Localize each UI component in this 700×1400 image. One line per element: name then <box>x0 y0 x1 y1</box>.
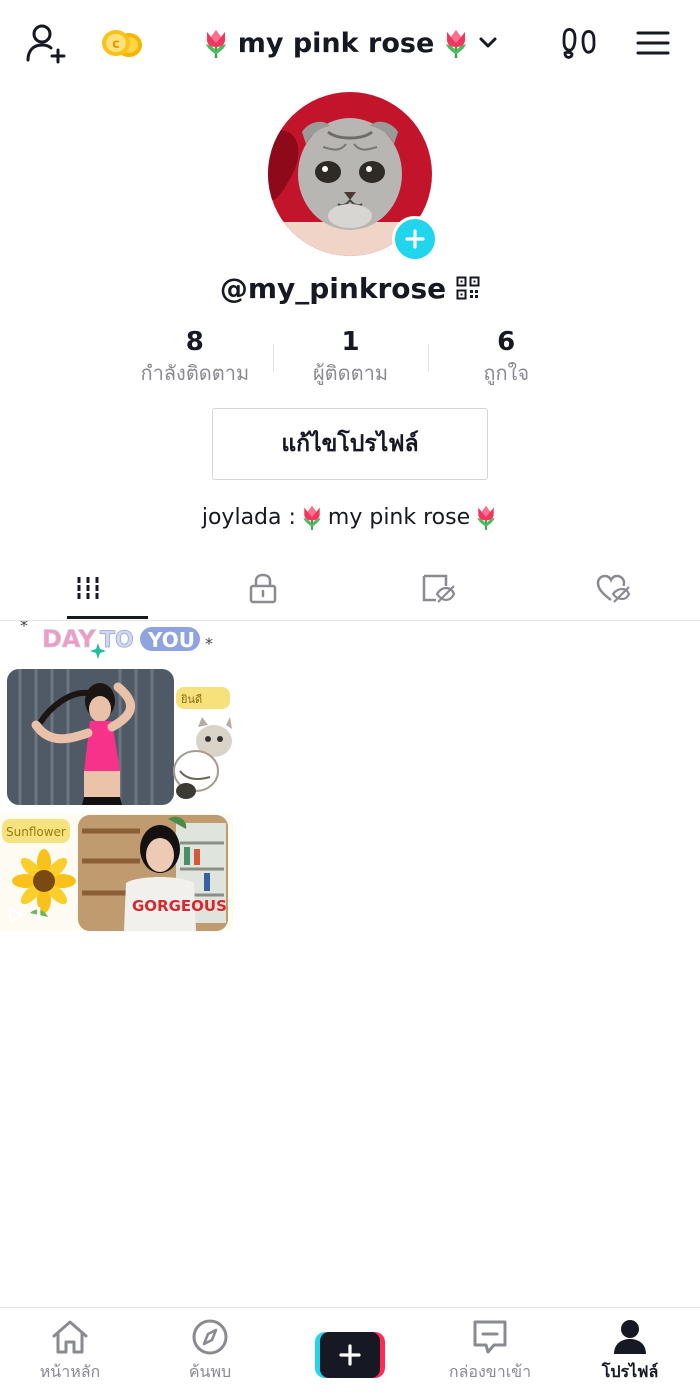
nav-label: ค้นพบ <box>188 1362 232 1381</box>
nav-inbox[interactable]: กล่องขาเข้า <box>420 1308 560 1400</box>
view-count-value: 1 <box>32 904 45 925</box>
bottom-navigation: หน้าหลัก ค้นพบ กล่องขาเข้า โปรไฟล์ <box>0 1307 700 1400</box>
video-thumbnail[interactable]: Sunflower GORGEOUS 1 <box>0 813 233 931</box>
footprint-icon[interactable] <box>556 20 602 66</box>
handle-row: @my_pinkrose <box>180 268 520 308</box>
stat-label: ผู้ติดตาม <box>312 361 389 385</box>
stat-label: ถูกใจ <box>483 361 530 385</box>
add-friend-icon[interactable] <box>22 20 70 66</box>
profile-tabs <box>0 556 700 621</box>
stat-followers[interactable]: 1 ผู้ติดตาม <box>272 326 429 390</box>
shirt-text: GORGEOUS <box>132 897 227 915</box>
nav-label: หน้าหลัก <box>39 1362 101 1381</box>
bio-name: my pink rose <box>327 504 471 530</box>
nav-label: โปรไฟล์ <box>601 1362 659 1381</box>
stat-value: 1 <box>341 327 360 357</box>
tulip-icon <box>205 30 226 58</box>
grid-icon <box>77 577 98 599</box>
profile-stats: 8 กำลังติดตาม 1 ผู้ติดตาม 6 ถูกใจ <box>117 326 584 390</box>
banner-text-day: DAY <box>42 625 96 653</box>
tab-private[interactable] <box>175 556 350 620</box>
tulip-icon <box>477 505 495 530</box>
active-tab-indicator <box>67 616 148 619</box>
hidden-heart-icon <box>596 574 630 603</box>
svg-text:c: c <box>112 37 120 52</box>
stat-label: กำลังติดตาม <box>140 361 250 385</box>
profile-handle: @my_pinkrose <box>219 271 447 305</box>
nav-discover[interactable]: ค้นพบ <box>140 1308 280 1400</box>
tab-videos[interactable] <box>0 556 175 620</box>
svg-text:*: * <box>205 634 213 653</box>
stat-value: 8 <box>185 327 204 357</box>
video-thumbnail[interactable]: * * DAY TO YOU ยินดี <box>0 621 233 811</box>
stat-likes[interactable]: 6 ถูกใจ <box>428 326 584 390</box>
view-count: 1 <box>8 904 45 925</box>
bio-prefix: joylada : <box>201 504 296 530</box>
chevron-down-icon <box>479 37 497 48</box>
profile-icon <box>614 1320 646 1354</box>
account-switcher[interactable]: my pink rose <box>200 20 500 66</box>
sticker-text: ยินดี <box>180 693 202 706</box>
sticker-text: Sunflower <box>6 825 66 839</box>
profile-header: c my pink rose <box>0 0 700 86</box>
create-plus-icon <box>339 1344 361 1366</box>
home-icon <box>52 1320 88 1354</box>
add-avatar-button[interactable] <box>392 216 438 262</box>
tulip-icon <box>303 505 321 530</box>
video-cover: * * DAY TO YOU ยินดี <box>0 621 233 811</box>
svg-text:*: * <box>20 621 28 635</box>
play-icon <box>8 906 24 923</box>
coins-icon[interactable]: c <box>98 24 146 64</box>
bio: joylada : my pink rose <box>150 496 550 538</box>
create-button[interactable] <box>315 1332 385 1378</box>
svg-text:TO: TO <box>100 628 134 653</box>
nav-profile[interactable]: โปรไฟล์ <box>560 1308 700 1400</box>
stat-value: 6 <box>497 327 516 357</box>
tulip-icon <box>446 30 467 58</box>
edit-profile-button[interactable]: แก้ไขโปรไฟล์ <box>212 408 488 480</box>
stat-following[interactable]: 8 กำลังติดตาม <box>117 326 273 390</box>
plus-icon <box>405 229 425 249</box>
nav-label: กล่องขาเข้า <box>448 1362 532 1381</box>
hidden-tag-icon <box>422 574 455 603</box>
page-title: my pink rose <box>237 27 435 59</box>
tab-hidden-tagged[interactable] <box>350 556 525 620</box>
nav-home[interactable]: หน้าหลัก <box>0 1308 140 1400</box>
qr-code-icon[interactable] <box>456 276 480 300</box>
svg-text:YOU: YOU <box>147 628 195 652</box>
tab-hidden-liked[interactable] <box>525 556 700 620</box>
lock-icon <box>249 573 276 604</box>
nav-create[interactable] <box>280 1308 420 1400</box>
compass-icon <box>192 1319 228 1355</box>
menu-icon[interactable] <box>630 20 676 66</box>
inbox-icon <box>473 1320 507 1354</box>
